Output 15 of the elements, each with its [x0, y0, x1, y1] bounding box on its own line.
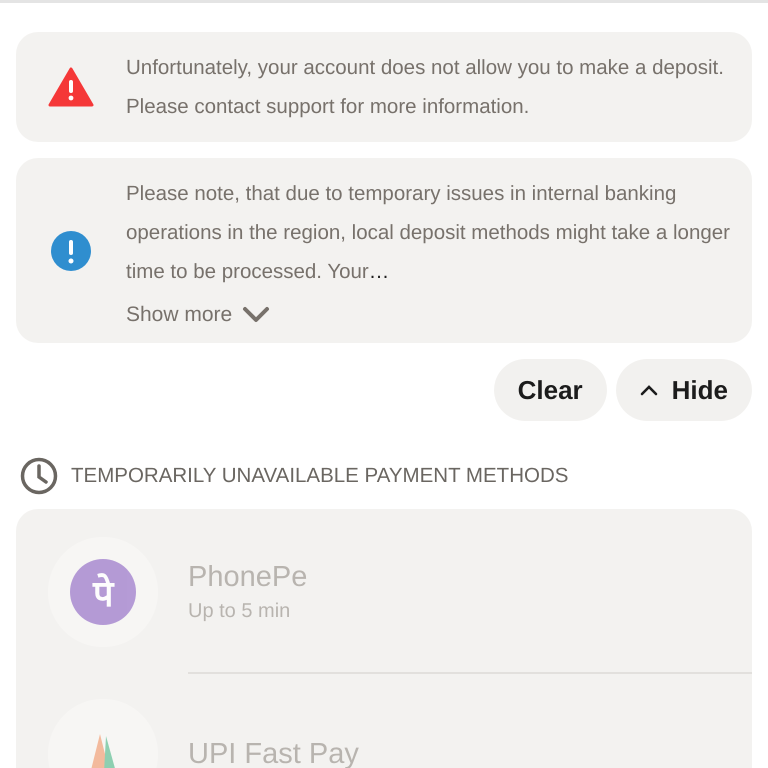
phonepe-logo: पे: [70, 559, 136, 625]
info-icon: [51, 230, 91, 270]
clear-button[interactable]: Clear: [494, 359, 607, 421]
show-more-link[interactable]: Show more: [126, 303, 270, 327]
section-title: TEMPORARILY UNAVAILABLE PAYMENT METHODS: [71, 464, 568, 488]
notice-text: Please note, that due to temporary issues in internal banking operations in the region, local deposit methods might take a longer time to be processed. Your…: [126, 181, 731, 285]
notice-text: Unfortunately, your account does not allow you to make a deposit. Please contact support for more information.: [126, 55, 725, 120]
chevron-icon: [242, 306, 270, 324]
upi-logo: [90, 734, 116, 768]
method-name: PhonePe: [188, 561, 308, 594]
warning-icon: [48, 67, 94, 107]
hide-button[interactable]: Hide: [616, 359, 752, 421]
caret-icon: [640, 384, 658, 396]
clock-icon: [20, 457, 58, 495]
method-time: Up to 5 min: [188, 600, 292, 623]
